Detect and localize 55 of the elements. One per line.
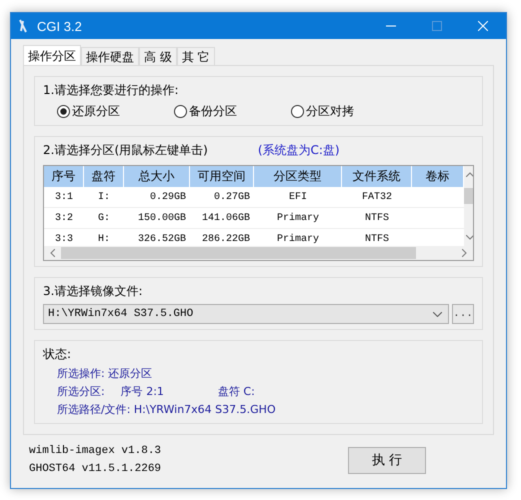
- radio-button[interactable]: 还原分区: [57, 103, 174, 120]
- table-cell: FAT32: [342, 187, 412, 208]
- section-label: 3.请选择镜像文件:: [43, 283, 144, 300]
- status-text: 所选路径/文件: H:\YRWin7x64 S37.5.GHO: [56, 402, 277, 417]
- column-header[interactable]: 可用空间: [190, 166, 254, 187]
- column-header[interactable]: 总大小: [124, 166, 190, 187]
- close-icon[interactable]: [478, 21, 488, 31]
- app-icon: [17, 19, 29, 33]
- table-cell: Primary: [254, 208, 342, 229]
- tab[interactable]: 操作分区: [23, 45, 81, 65]
- tab[interactable]: 高 级: [139, 47, 177, 65]
- table-cell: 0.27GB: [190, 187, 254, 208]
- radio-icon[interactable]: [291, 105, 304, 118]
- window-title: CGI 3.2: [37, 18, 82, 34]
- execute-button[interactable]: 执 行: [348, 446, 426, 474]
- table-cell: NTFS: [342, 208, 412, 229]
- table-cell: 3:2: [44, 208, 84, 229]
- table-cell: 141.06GB: [190, 208, 254, 229]
- column-header[interactable]: 卷标: [412, 166, 464, 187]
- table-cell: 150.00GB: [124, 208, 190, 229]
- column-header[interactable]: 分区类型: [254, 166, 342, 187]
- status-label: 状态:: [43, 346, 72, 363]
- radio-icon[interactable]: [57, 105, 70, 118]
- table-cell: I:: [84, 187, 124, 208]
- table-cell: 0.29GB: [124, 187, 190, 208]
- status-text: 盘符 C:: [216, 384, 255, 399]
- tab[interactable]: 其 它: [176, 47, 215, 65]
- browse-button[interactable]: ...: [452, 304, 474, 324]
- section-label: 2.请选择分区(用鼠标左键单击): [43, 142, 208, 159]
- image-file-dropdown[interactable]: H:\YRWin7x64 S37.5.GHO: [43, 304, 449, 324]
- scroll-up-icon[interactable]: [466, 172, 473, 177]
- scroll-left-icon[interactable]: [50, 249, 55, 257]
- vertical-scrollbar[interactable]: [464, 166, 473, 246]
- scroll-down-icon[interactable]: [466, 235, 473, 240]
- radio-button[interactable]: 分区对拷: [291, 103, 408, 120]
- scroll-thumb[interactable]: [61, 247, 416, 259]
- status-text: 序号 2:1: [120, 384, 164, 399]
- table-cell: G:: [84, 208, 124, 229]
- table-cell: EFI: [254, 187, 342, 208]
- system-disk-note: (系统盘为C:盘): [258, 142, 340, 159]
- radio-icon[interactable]: [174, 105, 187, 118]
- table-cell: 3:1: [44, 187, 84, 208]
- column-header[interactable]: 文件系统: [342, 166, 412, 187]
- horizontal-scrollbar[interactable]: [44, 246, 473, 260]
- column-header[interactable]: 序号: [44, 166, 84, 187]
- radio-button[interactable]: 备份分区: [174, 103, 291, 120]
- scroll-right-icon[interactable]: [462, 249, 467, 257]
- section-label: 1.请选择您要进行的操作:: [43, 82, 180, 99]
- version-text: wimlib-imagex v1.8.3: [29, 445, 162, 457]
- column-header[interactable]: 盘符: [84, 166, 124, 187]
- tab[interactable]: 操作硬盘: [81, 47, 139, 65]
- status-text: 所选分区:: [56, 384, 105, 399]
- version-text: GHOST64 v11.5.1.2269: [29, 463, 162, 475]
- status-text: 所选操作: 还原分区: [56, 366, 154, 381]
- scroll-thumb[interactable]: [464, 188, 473, 204]
